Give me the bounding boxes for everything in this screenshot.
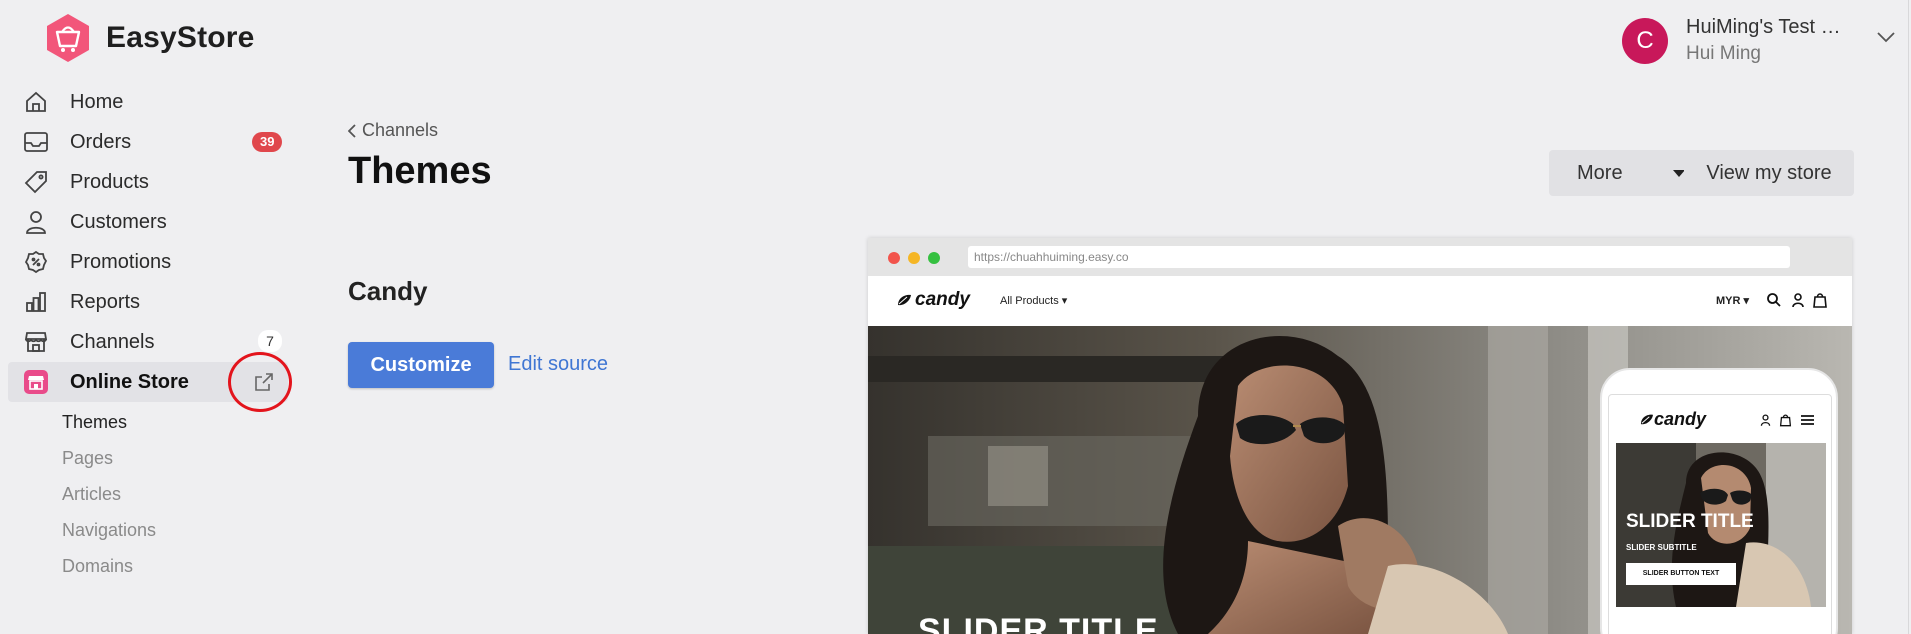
candy-leaf-icon bbox=[898, 294, 911, 306]
mobile-hero-title: SLIDER TITLE bbox=[1626, 511, 1754, 532]
preview-url: https://chuahhuiming.easy.co bbox=[968, 246, 1790, 268]
chevron-down-icon[interactable] bbox=[1876, 30, 1896, 44]
inbox-icon bbox=[22, 128, 50, 156]
sidebar-item-customers[interactable]: Customers bbox=[8, 202, 288, 242]
promotion-badge-icon bbox=[22, 248, 50, 276]
preview-shop-nav: candy All Products ▾ MYR ▾ bbox=[868, 276, 1852, 326]
preview-browser-bar: https://chuahhuiming.easy.co bbox=[868, 238, 1852, 276]
mobile-hero-subtitle: SLIDER SUBTITLE bbox=[1626, 543, 1697, 552]
chevron-left-icon bbox=[348, 123, 356, 138]
shopping-bag-icon bbox=[1813, 293, 1827, 308]
account-menu[interactable]: C HuiMing's Test Store Hui Ming bbox=[1622, 16, 1846, 65]
subnav-navigations[interactable]: Navigations bbox=[62, 520, 262, 541]
highlight-annotation-circle bbox=[228, 352, 292, 412]
more-button-label: More bbox=[1577, 161, 1623, 184]
home-icon bbox=[22, 88, 50, 116]
shopping-bag-icon bbox=[1779, 414, 1792, 427]
tag-icon bbox=[22, 168, 50, 196]
mobile-brand: candy bbox=[1639, 409, 1706, 430]
store-name: HuiMing's Test Store bbox=[1686, 16, 1846, 38]
easystore-logo-icon bbox=[47, 14, 89, 62]
subnav-pages[interactable]: Pages bbox=[62, 448, 262, 469]
edit-source-link[interactable]: Edit source bbox=[508, 353, 608, 376]
sidebar-item-label: Orders bbox=[70, 130, 132, 153]
sidebar-item-label: Promotions bbox=[70, 250, 172, 273]
theme-preview: https://chuahhuiming.easy.co candy All P… bbox=[868, 238, 1852, 634]
candy-leaf-icon bbox=[1640, 414, 1653, 425]
channels-count-badge: 7 bbox=[258, 330, 282, 352]
subnav-themes[interactable]: Themes bbox=[62, 412, 262, 433]
current-theme-name: Candy bbox=[348, 276, 428, 306]
sidebar-item-reports[interactable]: Reports bbox=[8, 282, 288, 322]
breadcrumb[interactable]: Channels bbox=[348, 120, 438, 141]
window-minimize-dot bbox=[908, 252, 920, 264]
preview-all-products: All Products ▾ bbox=[1000, 295, 1068, 307]
subnav-domains[interactable]: Domains bbox=[62, 556, 262, 577]
sidebar-item-label: Products bbox=[70, 170, 149, 193]
sidebar-item-label: Customers bbox=[70, 210, 167, 233]
sidebar-item-label: Reports bbox=[70, 290, 141, 313]
sidebar-item-label: Home bbox=[70, 90, 124, 113]
preview-currency: MYR ▾ bbox=[1716, 295, 1750, 307]
search-icon bbox=[1767, 293, 1781, 307]
sidebar-item-orders[interactable]: Orders 39 bbox=[8, 122, 288, 162]
app-name: EasyStore bbox=[106, 21, 255, 54]
sidebar-item-promotions[interactable]: Promotions bbox=[8, 242, 288, 282]
preview-hero-title: SLIDER TITLE bbox=[918, 612, 1159, 634]
app-logo[interactable]: EasyStore bbox=[44, 13, 255, 63]
user-name: Hui Ming bbox=[1686, 43, 1761, 64]
mobile-hero-image: SLIDER TITLE SLIDER SUBTITLE SLIDER BUTT… bbox=[1616, 443, 1826, 607]
sidebar-item-label: Online Store bbox=[70, 370, 189, 393]
subnav-articles[interactable]: Articles bbox=[62, 484, 262, 505]
mobile-hero-button: SLIDER BUTTON TEXT bbox=[1626, 563, 1736, 585]
preview-brand: candy bbox=[896, 289, 970, 311]
sidebar-item-home[interactable]: Home bbox=[8, 82, 288, 122]
bar-chart-icon bbox=[22, 288, 50, 316]
orders-count-badge: 39 bbox=[252, 132, 283, 152]
online-store-icon bbox=[22, 368, 50, 396]
storefront-icon bbox=[22, 328, 50, 356]
menu-icon bbox=[1801, 415, 1814, 425]
breadcrumb-link[interactable]: Channels bbox=[362, 120, 438, 141]
sidebar-item-products[interactable]: Products bbox=[8, 162, 288, 202]
account-icon bbox=[1760, 414, 1771, 426]
page-title: Themes bbox=[348, 150, 492, 192]
account-icon bbox=[1792, 293, 1804, 308]
avatar: C bbox=[1622, 17, 1668, 64]
mobile-preview: candy SLIDER TITLE SLIDER SUBTITLE SLIDE… bbox=[1600, 368, 1838, 634]
user-icon bbox=[22, 208, 50, 236]
view-my-store-button[interactable]: View my store bbox=[1684, 150, 1854, 196]
scrollbar-divider bbox=[1908, 0, 1909, 634]
window-close-dot bbox=[888, 252, 900, 264]
window-maximize-dot bbox=[928, 252, 940, 264]
sidebar-item-label: Channels bbox=[70, 330, 155, 353]
customize-button[interactable]: Customize bbox=[348, 342, 494, 388]
